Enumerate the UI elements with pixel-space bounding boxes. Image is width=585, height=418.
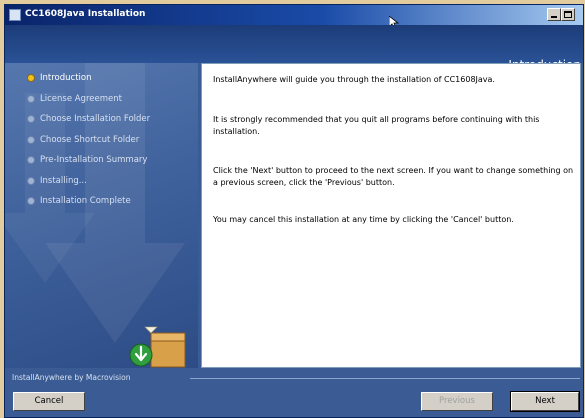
- current-step-icon: [27, 74, 35, 82]
- minimize-icon: [551, 16, 557, 18]
- step-label: Introduction: [40, 73, 92, 83]
- step-label: Installing...: [40, 175, 87, 186]
- pending-step-icon: [27, 197, 35, 205]
- step-label: Choose Shortcut Folder: [40, 134, 140, 145]
- step-label: Pre-Installation Summary: [40, 155, 148, 165]
- window-title: CC1608Java Installation: [25, 9, 146, 19]
- step-sidebar: Introduction License Agreement Choose In…: [5, 63, 198, 368]
- content-panel: InstallAnywhere will guide you through t…: [201, 63, 581, 368]
- maximize-icon: [564, 11, 572, 18]
- intro-paragraph: It is strongly recommended that you quit…: [213, 115, 540, 136]
- step-label: License Agreement: [40, 93, 122, 104]
- app-icon: [9, 9, 21, 21]
- header-band: Introduction: [5, 25, 583, 72]
- cancel-button[interactable]: Cancel: [13, 392, 85, 411]
- minimize-button[interactable]: [547, 8, 561, 21]
- next-button[interactable]: Next: [510, 391, 580, 412]
- step-label: Installation Complete: [40, 196, 131, 206]
- branding-text: InstallAnywhere by Macrovision: [12, 373, 131, 382]
- maximize-button[interactable]: [561, 8, 575, 21]
- footer-divider: [190, 378, 580, 379]
- intro-paragraph: You may cancel this installation at any …: [213, 215, 514, 224]
- pending-step-icon: [27, 156, 35, 164]
- pending-step-icon: [27, 115, 35, 123]
- decorative-arrow-graphic: [5, 63, 185, 343]
- installer-window: CC1608Java Installation Introduction Int…: [4, 4, 584, 418]
- intro-paragraph: InstallAnywhere will guide you through t…: [213, 75, 495, 84]
- previous-button[interactable]: Previous: [421, 392, 493, 411]
- title-bar[interactable]: CC1608Java Installation: [5, 5, 583, 25]
- step-label: Choose Installation Folder: [40, 114, 151, 124]
- pending-step-icon: [27, 94, 35, 103]
- intro-paragraph: Click the 'Next' button to proceed to th…: [213, 166, 574, 187]
- pending-step-icon: [27, 135, 35, 144]
- installer-box-icon: [129, 326, 186, 368]
- pending-step-icon: [27, 176, 35, 185]
